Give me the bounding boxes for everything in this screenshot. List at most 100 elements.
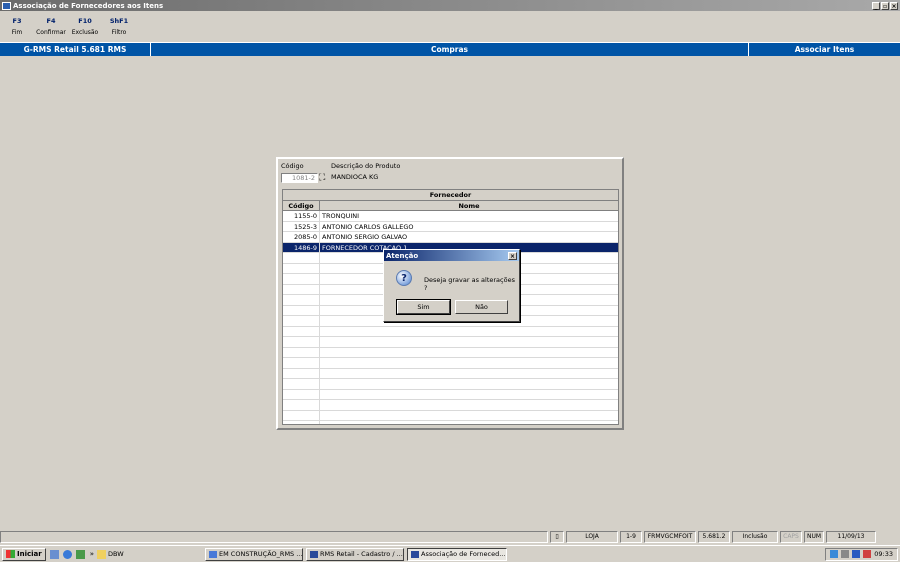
cell-codigo bbox=[283, 305, 320, 315]
task-icon bbox=[310, 550, 319, 558]
maximize-button[interactable]: ▫ bbox=[881, 1, 889, 10]
fkey-label: Filtro bbox=[111, 29, 127, 36]
dialog-titlebar[interactable]: Atenção × bbox=[384, 250, 519, 261]
cell-codigo: 1155-0 bbox=[283, 211, 320, 221]
dialog-close-icon[interactable]: × bbox=[508, 251, 517, 260]
table-row[interactable]: 1525-3 ANTONIO CARLOS GALLEGO bbox=[283, 221, 618, 232]
browser-icon[interactable] bbox=[62, 549, 72, 559]
empty-table-row[interactable] bbox=[283, 379, 618, 390]
cell-codigo bbox=[283, 347, 320, 357]
cell-codigo bbox=[283, 316, 320, 326]
empty-table-row[interactable] bbox=[283, 400, 618, 411]
dialog-message: Deseja gravar as alterações ? bbox=[424, 276, 515, 292]
task-rms-cadastro[interactable]: RMS Retail - Cadastro / ... bbox=[306, 547, 405, 561]
window-titlebar[interactable]: Associação de Fornecedores aos Itens _ ▫… bbox=[0, 0, 900, 11]
codigo-label: Código bbox=[281, 162, 304, 170]
fkey-label: Confirmar bbox=[36, 29, 66, 36]
table-row[interactable]: 2085-0 ANTONIO SERGIO GALVAO bbox=[283, 232, 618, 243]
module-screen: Associar Itens bbox=[794, 45, 855, 54]
fkey-exclusao[interactable]: F10 Exclusão bbox=[68, 13, 102, 41]
status-caps: CAPS bbox=[780, 531, 802, 543]
cell-codigo bbox=[283, 389, 320, 399]
status-loja: LOJA bbox=[566, 531, 618, 543]
binoculars-icon[interactable]: ⛶ bbox=[319, 173, 325, 183]
cell-nome bbox=[320, 390, 618, 400]
table-row[interactable]: 1155-0 TRONQUINI bbox=[283, 211, 618, 222]
empty-table-row[interactable] bbox=[283, 389, 618, 400]
cell-codigo bbox=[283, 284, 320, 294]
col-header-nome[interactable]: Nome bbox=[320, 201, 618, 210]
fkey-fim[interactable]: F3 Fim bbox=[0, 13, 34, 41]
task-label: Associação de Forneced... bbox=[421, 549, 506, 558]
cell-codigo: 1525-3 bbox=[283, 221, 320, 231]
cell-codigo bbox=[283, 358, 320, 368]
fkey-filtro[interactable]: ShF1 Filtro bbox=[102, 13, 136, 41]
folder-label[interactable]: DBW bbox=[108, 550, 202, 558]
chevron-icon[interactable]: » bbox=[90, 550, 94, 558]
cell-nome bbox=[320, 358, 618, 368]
cell-codigo bbox=[283, 326, 320, 336]
empty-table-row[interactable] bbox=[283, 326, 618, 337]
task-icon bbox=[411, 550, 420, 558]
system-tray: 09:33 bbox=[825, 547, 898, 561]
start-label: Iniciar bbox=[17, 549, 42, 558]
document-icon: ▯ bbox=[550, 531, 564, 543]
fkey-label: Fim bbox=[11, 29, 23, 36]
tray-app-icon[interactable] bbox=[852, 550, 861, 558]
cell-codigo bbox=[283, 263, 320, 273]
empty-table-row[interactable] bbox=[283, 368, 618, 379]
cell-nome: TRONQUINI bbox=[322, 212, 360, 220]
status-message bbox=[0, 531, 548, 543]
cell-codigo: 2085-0 bbox=[283, 232, 320, 242]
descricao-field: MANDIOCA KG bbox=[331, 173, 379, 181]
sim-button[interactable]: Sim bbox=[396, 299, 451, 315]
empty-table-row[interactable] bbox=[283, 421, 618, 424]
status-version: 5.681.2 bbox=[698, 531, 730, 543]
cell-nome bbox=[320, 379, 618, 389]
cell-codigo bbox=[283, 421, 320, 424]
descricao-label: Descrição do Produto bbox=[331, 162, 401, 170]
cell-nome: ANTONIO SERGIO GALVAO bbox=[322, 233, 408, 241]
fkey-key: ShF1 bbox=[109, 17, 129, 25]
start-button[interactable]: Iniciar bbox=[2, 547, 46, 561]
cell-codigo bbox=[283, 400, 320, 410]
cell-codigo: 1486-9 bbox=[283, 242, 320, 252]
show-desktop-icon[interactable] bbox=[49, 549, 59, 559]
empty-table-row[interactable] bbox=[283, 337, 618, 348]
status-range: 1-9 bbox=[620, 531, 642, 543]
module-bar: G-RMS Retail 5.681 RMS Compras Associar … bbox=[0, 42, 900, 56]
task-associacao[interactable]: Associação de Forneced... bbox=[407, 547, 508, 561]
quicklaunch-icon[interactable] bbox=[75, 549, 85, 559]
windows-logo-icon bbox=[6, 550, 15, 558]
folder-icon bbox=[97, 549, 107, 559]
cell-codigo bbox=[283, 274, 320, 284]
empty-table-row[interactable] bbox=[283, 410, 618, 421]
window-title: Associação de Fornecedores aos Itens bbox=[13, 1, 164, 10]
codigo-field[interactable]: 1081-2 bbox=[281, 173, 318, 183]
status-mode: Inclusão bbox=[732, 531, 778, 543]
status-num: NUM bbox=[804, 531, 824, 543]
clock[interactable]: 09:33 bbox=[874, 549, 893, 560]
task-construcao[interactable]: EM CONSTRUÇÃO_RMS ... bbox=[205, 547, 304, 561]
col-header-codigo[interactable]: Código bbox=[283, 201, 320, 210]
cell-codigo bbox=[283, 253, 320, 263]
close-button[interactable]: × bbox=[890, 1, 898, 10]
empty-table-row[interactable] bbox=[283, 347, 618, 358]
cell-codigo bbox=[283, 368, 320, 378]
nao-button[interactable]: Não bbox=[455, 300, 508, 314]
tray-network-icon[interactable] bbox=[830, 550, 839, 558]
window-controls: _ ▫ × bbox=[872, 1, 898, 10]
cell-nome bbox=[320, 337, 618, 347]
fkey-confirmar[interactable]: F4 Confirmar bbox=[34, 13, 68, 41]
cell-codigo bbox=[283, 337, 320, 347]
fkey-key: F3 bbox=[12, 17, 22, 25]
cell-nome bbox=[320, 421, 618, 424]
empty-table-row[interactable] bbox=[283, 358, 618, 369]
cell-nome bbox=[320, 411, 618, 421]
status-bar: ▯ LOJA 1-9 FRMVGCMFOIT 5.681.2 Inclusão … bbox=[0, 530, 900, 544]
minimize-button[interactable]: _ bbox=[872, 1, 880, 10]
tray-alert-icon[interactable] bbox=[863, 550, 872, 558]
tray-volume-icon[interactable] bbox=[841, 550, 850, 558]
dialog-title: Atenção bbox=[386, 251, 419, 260]
cell-nome: ANTONIO CARLOS GALLEGO bbox=[322, 222, 414, 231]
